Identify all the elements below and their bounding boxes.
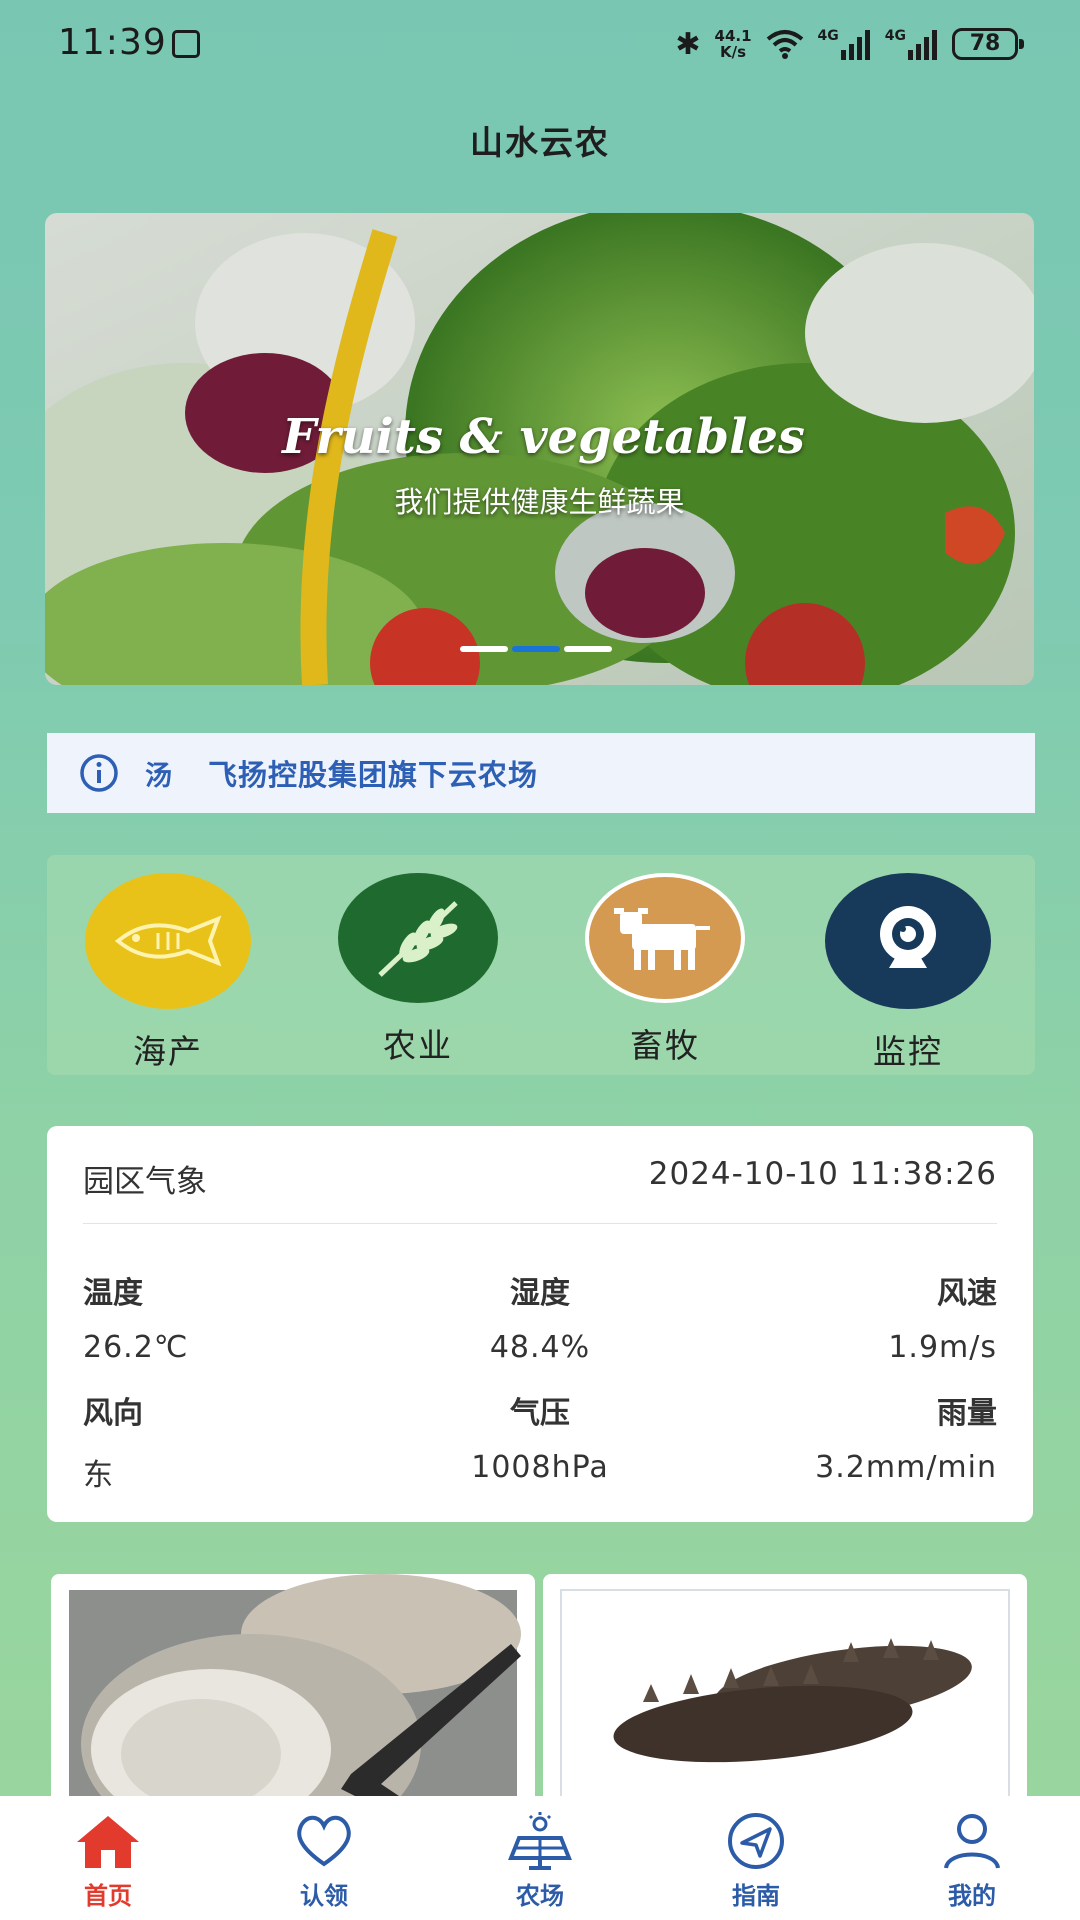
category-agriculture[interactable]: 农业 — [333, 873, 503, 1067]
divider — [83, 1223, 997, 1224]
weather-wind-speed: 风速 1.9m/s — [888, 1276, 997, 1365]
carousel-dot-active[interactable] — [512, 646, 560, 652]
status-time: 11:39 — [58, 22, 167, 63]
user-icon — [944, 1814, 1000, 1869]
notice-text: 飞扬控股集团旗下云农场 — [208, 758, 539, 792]
compass-icon — [728, 1813, 784, 1869]
category-seafood[interactable]: 海产 — [83, 873, 253, 1073]
wheat-icon — [338, 873, 498, 1003]
signal-icon-2: 4G — [885, 28, 938, 60]
oyster-image — [69, 1574, 521, 1834]
info-icon — [80, 754, 118, 792]
signal-icon: 4G — [818, 28, 871, 60]
tab-home[interactable]: 首页 — [0, 1796, 216, 1920]
cow-icon — [585, 873, 745, 1003]
tab-farm[interactable]: 农场 — [432, 1796, 648, 1920]
weather-card: 园区气象 2024-10-10 11:38:26 温度 26.2℃ 湿度 48.… — [47, 1126, 1033, 1522]
tab-claim[interactable]: 认领 — [216, 1796, 432, 1920]
bottom-tab-bar: 首页 认领 农场 指南 我的 — [0, 1796, 1080, 1920]
sea-cucumber-image — [560, 1589, 1010, 1834]
category-label: 监控 — [873, 1032, 943, 1071]
notice-bar[interactable]: 汤 飞扬控股集团旗下云农场 — [47, 733, 1035, 813]
weather-datetime: 2024-10-10 11:38:26 — [648, 1156, 997, 1192]
page-title: 山水云农 — [470, 123, 610, 162]
banner-title: Fruits & vegetables — [282, 409, 805, 465]
weather-title: 园区气象 — [83, 1164, 207, 1200]
network-speed: 44.1 K/s — [714, 27, 752, 61]
heart-icon — [297, 1815, 351, 1867]
category-label: 海产 — [133, 1032, 203, 1071]
category-label: 畜牧 — [630, 1026, 700, 1065]
bluetooth-icon: ✱ — [675, 26, 701, 62]
camera-icon — [825, 873, 991, 1009]
notice-prefix: 汤 — [145, 760, 172, 792]
carousel-dot[interactable] — [564, 646, 612, 652]
category-panel: 海产 农业 畜牧 监控 — [47, 855, 1035, 1075]
weather-pressure: 气压 1008hPa — [471, 1396, 609, 1485]
carousel-dot[interactable] — [460, 646, 508, 652]
fish-icon — [85, 873, 251, 1009]
solar-farm-icon — [508, 1812, 572, 1870]
tab-guide[interactable]: 指南 — [648, 1796, 864, 1920]
category-livestock[interactable]: 畜牧 — [580, 873, 750, 1067]
weather-humidity: 湿度 48.4% — [489, 1276, 591, 1365]
banner-subtitle: 我们提供健康生鲜蔬果 — [394, 485, 685, 519]
weather-rainfall: 雨量 3.2mm/min — [815, 1396, 997, 1485]
product-card-oyster[interactable] — [51, 1574, 535, 1834]
home-icon — [77, 1816, 139, 1868]
battery-icon: 78 — [952, 28, 1024, 60]
category-monitoring[interactable]: 监控 — [823, 873, 993, 1073]
status-bar: 11:39 ✱ 44.1 K/s 4G 4G 78 — [0, 0, 1080, 90]
tab-mine[interactable]: 我的 — [864, 1796, 1080, 1920]
category-label: 农业 — [383, 1026, 453, 1065]
weather-temperature: 温度 26.2℃ — [83, 1276, 189, 1365]
banner-carousel[interactable]: Fruits & vegetables 我们提供健康生鲜蔬果 — [45, 213, 1034, 685]
product-card-sea-cucumber[interactable] — [543, 1574, 1027, 1834]
nfc-icon — [172, 30, 200, 58]
weather-wind-direction: 风向 东 — [83, 1396, 143, 1493]
carousel-indicator — [460, 646, 612, 652]
wifi-icon — [766, 29, 804, 59]
